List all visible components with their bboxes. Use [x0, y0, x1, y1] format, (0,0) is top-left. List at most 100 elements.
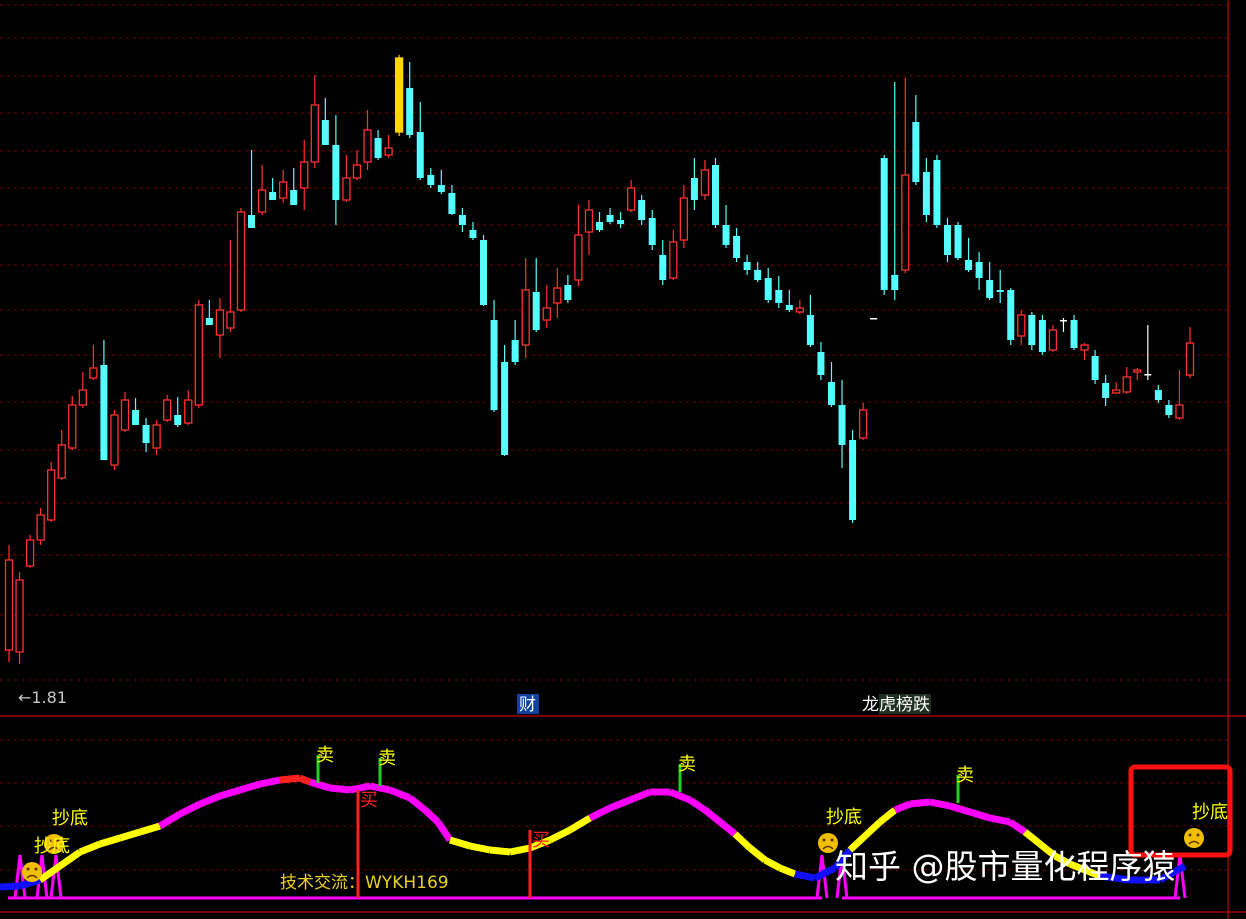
candle-body [89, 367, 98, 379]
candle-body [679, 197, 689, 241]
indicator-segment [0, 882, 21, 891]
sad-face-eye [1188, 833, 1192, 837]
indicator-segment [702, 807, 723, 825]
sad-face-eye [1196, 833, 1200, 837]
buy-signal-label: 买 [360, 790, 378, 811]
tag-bang-die: 龙虎榜跌 [862, 695, 930, 715]
indicator-segment [628, 788, 652, 804]
indicator-segment [448, 836, 472, 850]
indicator-segment [608, 796, 632, 812]
candle-body [617, 220, 625, 224]
candle-body [1122, 376, 1131, 393]
buy-signal-label: 买 [532, 830, 550, 851]
candle-body [458, 215, 466, 225]
candle-body [606, 215, 614, 222]
candles-layer [4, 55, 1195, 664]
indicator-segment [688, 797, 707, 813]
candle-body [669, 241, 678, 279]
indicator-segment [929, 798, 951, 810]
candle-body [384, 147, 393, 156]
indicator-segment [717, 819, 738, 837]
candle-body [901, 174, 910, 271]
candle-body [100, 365, 108, 460]
indicator-segment [1022, 829, 1043, 847]
candle-body [785, 305, 793, 310]
candle-body [1070, 320, 1078, 348]
candle-body [827, 382, 835, 405]
tech-exchange-text: 技术交流：WYKH169 [280, 873, 449, 893]
candle-body [806, 315, 814, 345]
candle-body [363, 129, 372, 163]
candle-body [1133, 369, 1142, 373]
candle-body [406, 88, 414, 135]
indicator-segment [489, 846, 511, 856]
watermark: 知乎 @股市量化程序猿 [835, 847, 1176, 886]
candle-body [1017, 314, 1026, 337]
candle-body [638, 200, 646, 220]
candle-body [574, 234, 583, 281]
candle-body [110, 414, 119, 466]
candle-body [743, 262, 751, 270]
indicator-segment [548, 826, 572, 844]
candle-body [120, 399, 130, 431]
indicator-segment [198, 792, 222, 808]
candle-body [965, 260, 973, 270]
candle-body [47, 469, 56, 521]
candle-body [733, 236, 741, 258]
indicator-segment [732, 831, 753, 851]
candle-body [152, 424, 161, 449]
indicator-segment [298, 774, 312, 786]
candle-body [1048, 329, 1058, 351]
sad-face-icon [22, 862, 42, 882]
indicator-segment [747, 845, 768, 863]
bottom-signal-label: 抄底 [826, 807, 862, 828]
candle-body [584, 209, 594, 233]
candle-body [817, 352, 825, 375]
indicator-segment [138, 822, 162, 836]
candle-body [184, 399, 193, 424]
candle-body [480, 240, 488, 305]
spike [1173, 854, 1187, 899]
candle-body [236, 211, 246, 311]
candle-body [1175, 404, 1184, 419]
candle-body [290, 190, 298, 205]
candle-body [933, 160, 941, 225]
bottom-signal-label: 抄底 [52, 808, 88, 829]
indicator-segment [778, 864, 797, 878]
candle-body [795, 307, 804, 313]
indicator-segment [763, 856, 782, 872]
candle-body [521, 289, 530, 346]
sad-face-eye [26, 867, 30, 871]
indicator-segment [388, 786, 412, 802]
candle-body [511, 340, 519, 362]
candle-body [490, 320, 498, 410]
bottom-signal-label: 抄底 [34, 836, 70, 857]
grid-lines [0, 0, 1246, 919]
indicator-segment [893, 800, 912, 814]
candle-body [943, 225, 951, 255]
candle-body [78, 389, 87, 406]
candle-body [226, 311, 235, 329]
candle-body [142, 425, 150, 443]
sad-face-eye [822, 838, 826, 842]
candle-body [416, 132, 424, 178]
candle-body [374, 138, 382, 158]
candle-body [194, 304, 203, 406]
candle-body [564, 285, 572, 300]
indicator-segment [238, 780, 262, 794]
sad-face-icon [1184, 828, 1204, 848]
candle-body [501, 362, 509, 455]
indicator-segment [862, 819, 883, 839]
candle-body [36, 514, 45, 541]
indicator-segment [509, 844, 531, 856]
indicator-segment [329, 784, 351, 794]
indicator-segment [968, 808, 992, 822]
candle-body [248, 215, 256, 228]
candle-body [352, 164, 362, 179]
indicator-segment [407, 795, 428, 813]
indicator-segment [158, 810, 182, 830]
stock-chart: 买买卖卖卖卖抄底抄底抄底 抄底 ←1.81 财 龙虎榜跌 技术交流：WYKH169… [0, 0, 1246, 919]
indicator-segment [469, 842, 491, 854]
candle-body [1112, 389, 1121, 394]
candle-body [68, 404, 77, 449]
